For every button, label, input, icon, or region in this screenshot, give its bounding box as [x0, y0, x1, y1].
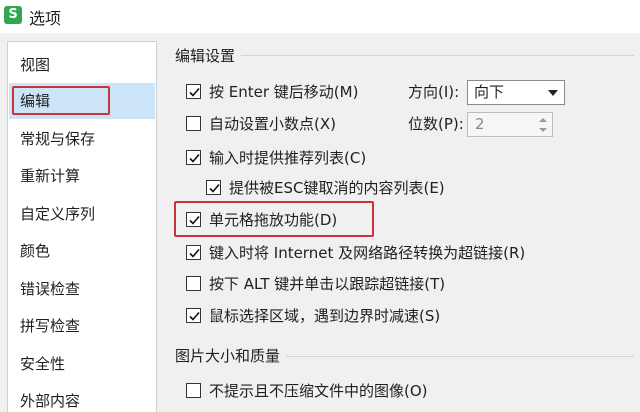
sidebar-item-general-save[interactable]: 常规与保存	[9, 121, 155, 157]
sidebar-item-custom-lists[interactable]: 自定义序列	[9, 196, 155, 232]
checkbox[interactable]	[186, 307, 201, 323]
option-label: 输入时提供推荐列表(C)	[209, 148, 367, 167]
checkbox-check-icon	[189, 248, 200, 258]
option-label: 不提示且不压缩文件中的图像(O)	[209, 381, 428, 400]
option-move-after-enter[interactable]: 按 Enter 键后移动(M)	[186, 79, 358, 103]
option-label: 提供被ESC键取消的内容列表(E)	[229, 178, 445, 197]
option-label: 鼠标选择区域，遇到边界时减速(S)	[209, 306, 441, 325]
option-drag-drop[interactable]: 单元格拖放功能(D)	[186, 207, 337, 231]
option-label: 按 Enter 键后移动(M)	[209, 82, 359, 101]
option-alt-click-hyperlink[interactable]: 按下 ALT 键并单击以跟踪超链接(T)	[186, 271, 445, 295]
checkbox[interactable]	[186, 149, 201, 165]
sidebar-item-security[interactable]: 安全性	[9, 346, 155, 382]
places-label: 位数(P):	[408, 115, 464, 133]
title-bar: S 选项	[0, 0, 640, 33]
group-divider	[282, 356, 634, 357]
group-divider	[240, 55, 634, 56]
option-label: 键入时将 Internet 及网络路径转换为超链接(R)	[209, 243, 526, 262]
option-slow-at-border[interactable]: 鼠标选择区域，遇到边界时减速(S)	[186, 303, 440, 327]
checkbox-check-icon	[189, 215, 200, 225]
sidebar-item-edit[interactable]: 编辑	[9, 83, 155, 119]
checkbox-check-icon	[189, 153, 200, 163]
direction-value: 向下	[474, 83, 505, 101]
edit-settings-panel: 编辑设置 按 Enter 键后移动(M) 方向(I): 向下 自动设置小数点(X…	[160, 33, 640, 412]
checkbox[interactable]	[186, 83, 201, 99]
sidebar-item-label: 视图	[20, 56, 51, 74]
checkbox[interactable]	[206, 179, 221, 195]
checkbox-check-icon	[189, 87, 200, 97]
option-label: 自动设置小数点(X)	[209, 114, 336, 133]
dropdown-arrow-icon	[548, 90, 558, 96]
sidebar-item-label: 自定义序列	[20, 205, 96, 223]
places-value: 2	[475, 115, 485, 133]
checkbox[interactable]	[186, 244, 201, 260]
sidebar-item-label: 颜色	[20, 242, 51, 260]
option-hyperlink-convert[interactable]: 键入时将 Internet 及网络路径转换为超链接(R)	[186, 240, 525, 264]
direction-label: 方向(I):	[408, 83, 460, 101]
sidebar-item-color[interactable]: 颜色	[9, 233, 155, 269]
places-spinner[interactable]: 2	[467, 112, 553, 137]
group-title-image-quality: 图片大小和质量	[175, 345, 287, 366]
sidebar-item-label: 重新计算	[20, 167, 81, 185]
checkbox[interactable]	[186, 382, 201, 398]
sidebar-item-label: 安全性	[20, 355, 66, 373]
direction-select[interactable]: 向下	[467, 80, 565, 105]
option-label: 单元格拖放功能(D)	[209, 210, 338, 229]
checkbox[interactable]	[186, 211, 201, 227]
option-esc-cancel-list[interactable]: 提供被ESC键取消的内容列表(E)	[206, 175, 445, 199]
checkbox-check-icon	[209, 183, 220, 193]
option-no-compress-images[interactable]: 不提示且不压缩文件中的图像(O)	[186, 378, 428, 402]
sidebar-item-label: 拼写检查	[20, 317, 81, 335]
option-autocomplete-list[interactable]: 输入时提供推荐列表(C)	[186, 145, 366, 169]
sidebar-item-view[interactable]: 视图	[9, 47, 155, 83]
sidebar-item-error-check[interactable]: 错误检查	[9, 271, 155, 307]
sidebar-item-label: 常规与保存	[20, 130, 96, 148]
window-title: 选项	[29, 9, 62, 28]
group-title-edit-settings: 编辑设置	[175, 45, 242, 66]
sidebar-item-spell-check[interactable]: 拼写检查	[9, 308, 155, 344]
checkbox[interactable]	[186, 275, 201, 291]
checkbox[interactable]	[186, 115, 201, 131]
sidebar-item-label: 错误检查	[20, 280, 81, 298]
dialog-body: 视图 编辑 常规与保存 重新计算 自定义序列 颜色 错误检查 拼写检查 安全性 …	[0, 33, 640, 412]
sidebar-item-label: 编辑	[20, 92, 51, 110]
sidebar-item-label: 外部内容	[20, 392, 81, 410]
sidebar-item-external-content[interactable]: 外部内容	[9, 383, 155, 412]
spin-down-icon[interactable]	[538, 125, 548, 135]
option-label: 按下 ALT 键并单击以跟踪超链接(T)	[209, 274, 446, 293]
checkbox-check-icon	[189, 311, 200, 321]
option-auto-decimal[interactable]: 自动设置小数点(X)	[186, 111, 336, 135]
spin-up-icon[interactable]	[538, 115, 548, 125]
options-sidebar: 视图 编辑 常规与保存 重新计算 自定义序列 颜色 错误检查 拼写检查 安全性 …	[7, 41, 157, 412]
sidebar-item-recalculate[interactable]: 重新计算	[9, 158, 155, 194]
app-icon: S	[4, 6, 22, 24]
